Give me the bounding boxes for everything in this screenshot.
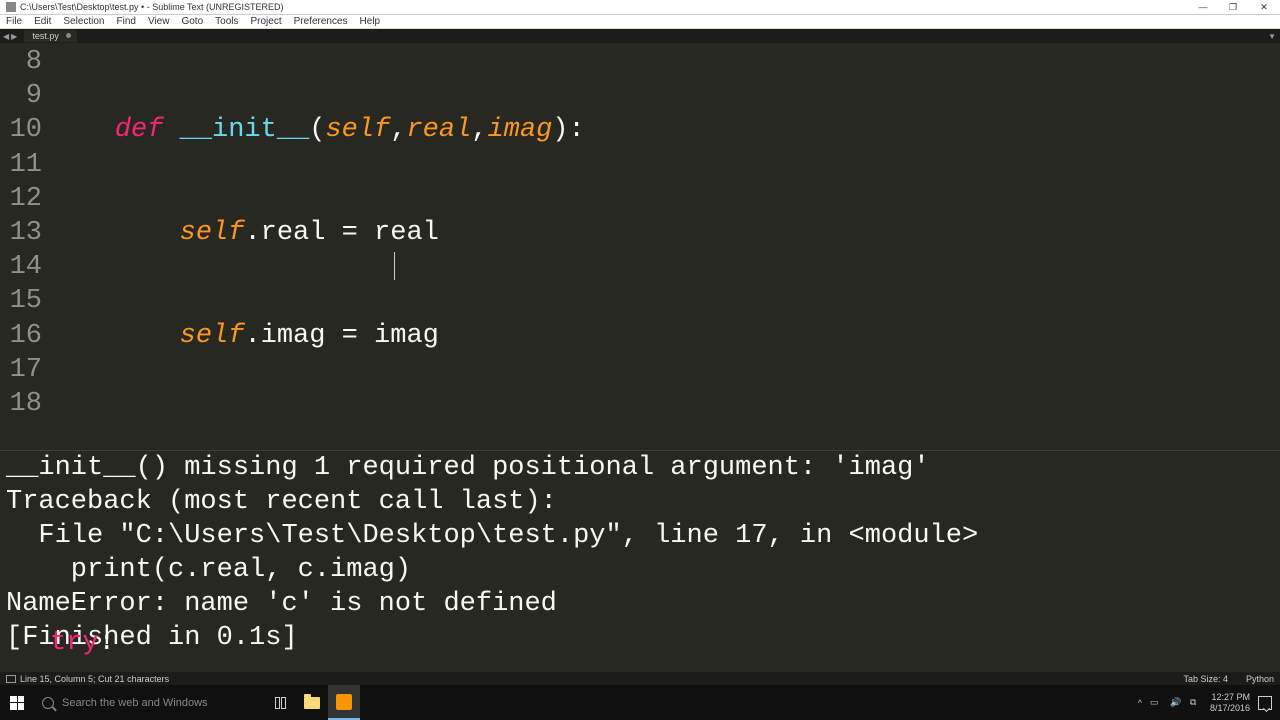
- tab-bar: ◀ ▶ test.py ▼: [0, 29, 1280, 43]
- line-number: 15: [0, 284, 42, 318]
- window-title: C:\Users\Test\Desktop\test.py • - Sublim…: [20, 2, 284, 12]
- start-button[interactable]: [0, 685, 34, 720]
- line-number: 18: [0, 387, 42, 421]
- keyword-try: try: [50, 628, 99, 658]
- param: imag: [487, 115, 552, 145]
- line-number: 17: [0, 353, 42, 387]
- menu-find[interactable]: Find: [111, 16, 142, 27]
- search-icon: [42, 697, 54, 709]
- line-number: 11: [0, 148, 42, 182]
- menu-bar: File Edit Selection Find View Goto Tools…: [0, 15, 1280, 29]
- line-number: 9: [0, 79, 42, 113]
- close-button[interactable]: ✕: [1248, 0, 1280, 14]
- menu-preferences[interactable]: Preferences: [288, 16, 354, 27]
- tab-dropdown-icon[interactable]: ▼: [1268, 32, 1276, 41]
- menu-tools[interactable]: Tools: [209, 16, 244, 27]
- minimize-button[interactable]: —: [1188, 0, 1218, 14]
- maximize-button[interactable]: ❐: [1218, 0, 1248, 14]
- param-self: self: [325, 115, 390, 145]
- line-number: 8: [0, 45, 42, 79]
- tab-label: test.py: [32, 31, 59, 41]
- menu-file[interactable]: File: [0, 16, 28, 27]
- code-area[interactable]: def __init__(self,real,imag): self.real …: [50, 43, 1280, 450]
- tab-dirty-icon: [66, 33, 71, 38]
- tab-test-py[interactable]: test.py: [24, 30, 77, 42]
- app-icon: [6, 2, 16, 12]
- console-toggle-icon[interactable]: [6, 675, 16, 683]
- menu-help[interactable]: Help: [354, 16, 387, 27]
- action-center-icon[interactable]: [1258, 696, 1272, 710]
- tab-nav-forward-icon[interactable]: ▶: [11, 32, 17, 41]
- windows-logo-icon: [10, 696, 24, 710]
- param: real: [406, 115, 471, 145]
- menu-project[interactable]: Project: [245, 16, 288, 27]
- line-number: 10: [0, 113, 42, 147]
- self-ref: self: [180, 218, 245, 248]
- line-number: 13: [0, 216, 42, 250]
- code-text: .real = real: [244, 218, 438, 248]
- secondary-cursor: [394, 252, 395, 280]
- line-number: 14: [0, 250, 42, 284]
- folder-icon: [304, 697, 320, 709]
- code-text: .imag = imag: [244, 321, 438, 351]
- window-titlebar: C:\Users\Test\Desktop\test.py • - Sublim…: [0, 0, 1280, 15]
- menu-view[interactable]: View: [142, 16, 176, 27]
- tab-nav-back-icon[interactable]: ◀: [3, 32, 9, 41]
- line-number: 12: [0, 182, 42, 216]
- keyword-def: def: [115, 115, 164, 145]
- function-name: __init__: [180, 115, 310, 145]
- menu-selection[interactable]: Selection: [57, 16, 110, 27]
- self-ref: self: [180, 321, 245, 351]
- code-editor[interactable]: 8 9 10 11 12 13 14 15 16 17 18 def __ini…: [0, 43, 1280, 450]
- menu-goto[interactable]: Goto: [175, 16, 209, 27]
- line-gutter: 8 9 10 11 12 13 14 15 16 17 18: [0, 43, 50, 450]
- line-number: 16: [0, 319, 42, 353]
- menu-edit[interactable]: Edit: [28, 16, 57, 27]
